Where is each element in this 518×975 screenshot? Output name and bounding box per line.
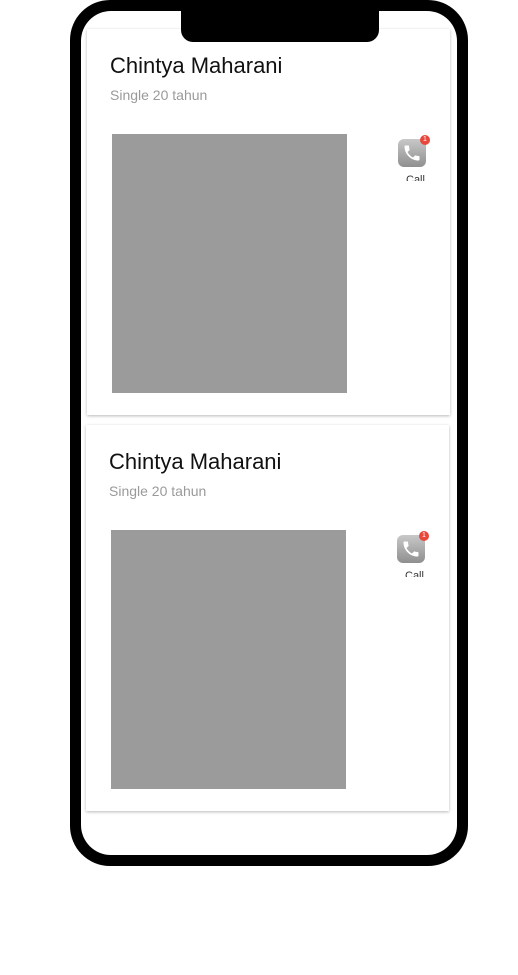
profile-name: Chintya Maharani bbox=[110, 53, 283, 78]
profile-photo[interactable] bbox=[112, 134, 347, 393]
notification-badge: 1 bbox=[420, 135, 430, 145]
notification-badge: 1 bbox=[419, 531, 429, 541]
profile-subtitle: Single 20 tahun bbox=[109, 483, 207, 499]
profile-card[interactable]: Chintya Maharani Single 20 tahun 1 Call bbox=[87, 29, 450, 415]
profile-name: Chintya Maharani bbox=[109, 449, 282, 474]
call-button[interactable]: 1 bbox=[398, 135, 430, 167]
phone-screen: Chintya Maharani Single 20 tahun 1 Call … bbox=[81, 11, 457, 855]
phone-icon bbox=[404, 145, 420, 161]
phone-frame: Chintya Maharani Single 20 tahun 1 Call … bbox=[70, 0, 468, 866]
call-button[interactable]: 1 bbox=[397, 531, 429, 563]
phone-notch bbox=[181, 11, 379, 42]
call-label: Call bbox=[406, 174, 425, 181]
profile-subtitle: Single 20 tahun bbox=[110, 87, 208, 103]
profile-card[interactable]: Chintya Maharani Single 20 tahun 1 Call bbox=[86, 425, 449, 811]
profile-photo[interactable] bbox=[111, 530, 346, 789]
phone-icon bbox=[403, 541, 419, 557]
call-label: Call bbox=[405, 570, 424, 577]
